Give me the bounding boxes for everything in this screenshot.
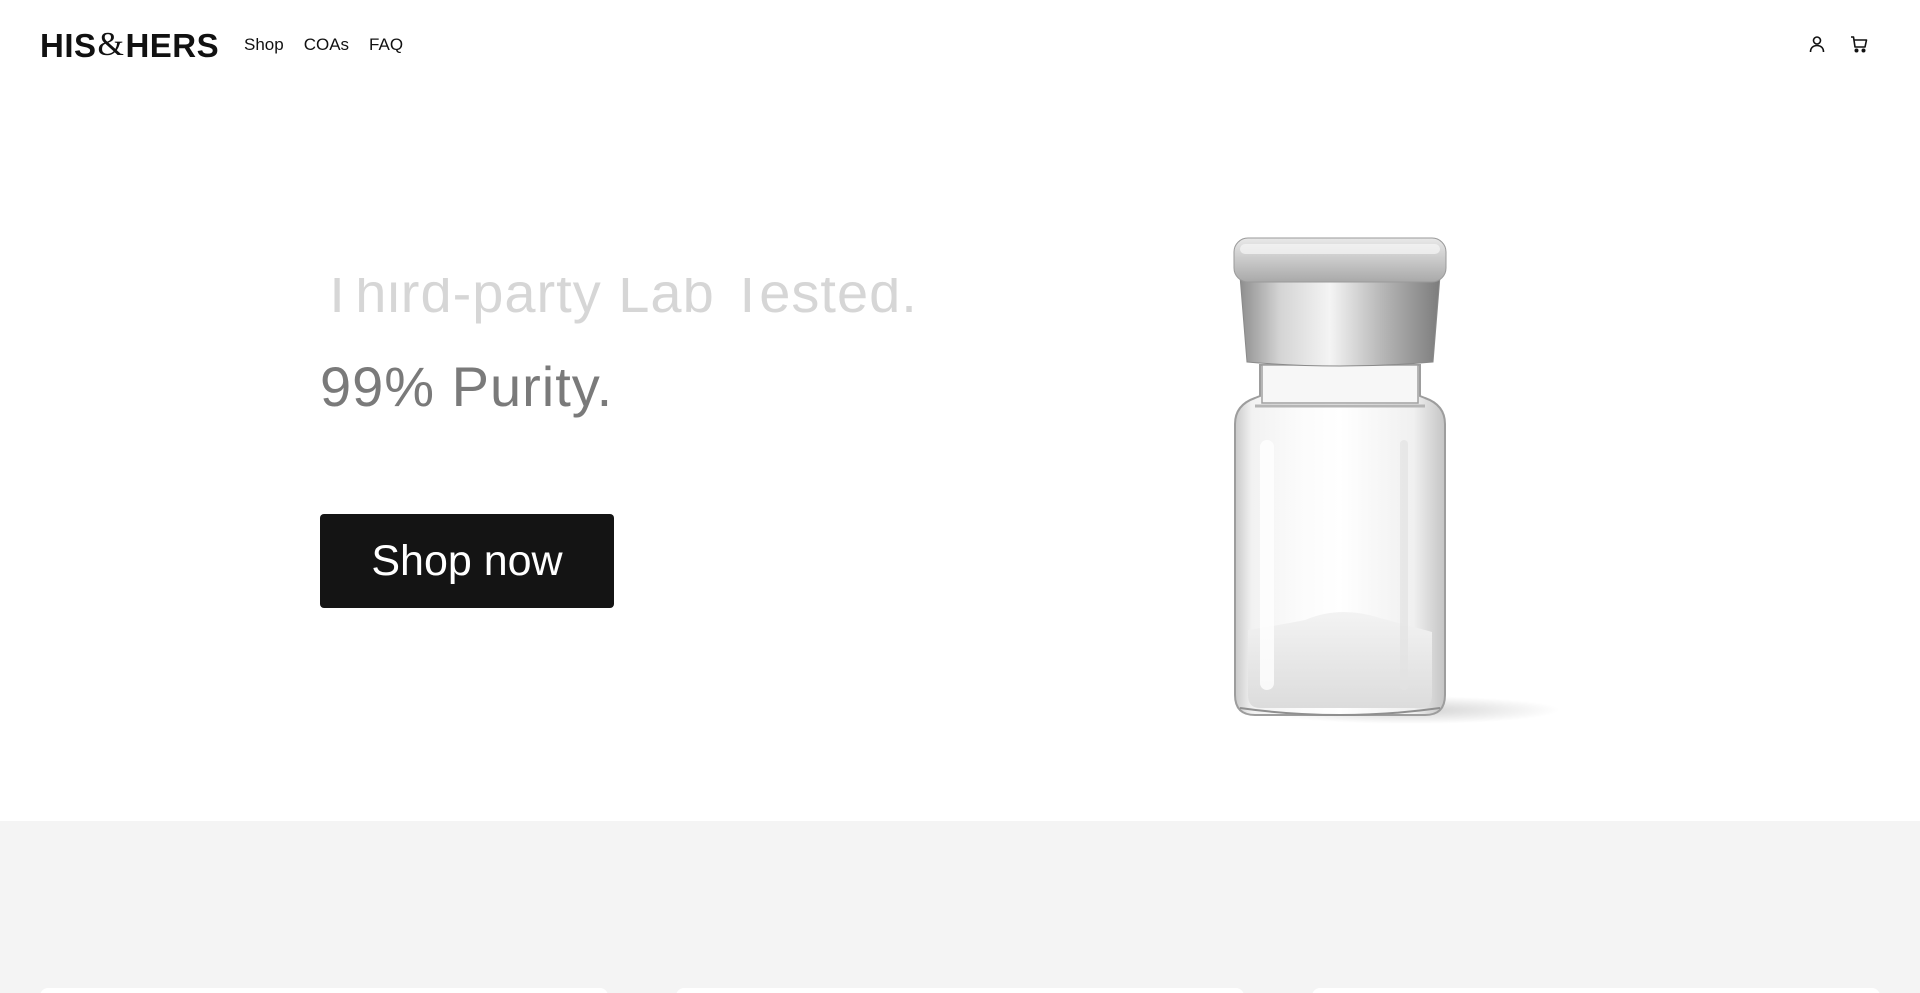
product-card[interactable] (40, 988, 608, 993)
cart-icon[interactable] (1848, 33, 1870, 55)
nav-shop-link[interactable]: Shop (244, 33, 284, 57)
logo-hers: HERS (125, 26, 220, 64)
nav-faq-link[interactable]: FAQ (369, 33, 403, 57)
user-icon[interactable] (1806, 33, 1828, 55)
hero-headline: 99% Purity. (320, 355, 614, 418)
shop-now-button[interactable]: Shop now (320, 514, 614, 608)
featured-section (0, 821, 1920, 993)
logo-his: HIS (40, 26, 97, 64)
nav-coas-link[interactable]: COAs (304, 33, 349, 57)
site-header: HIS & HERS Shop COAs FAQ (0, 0, 1920, 90)
product-card[interactable] (1312, 988, 1880, 993)
logo-ampersand: & (97, 26, 125, 63)
brand-logo[interactable]: HIS & HERS (40, 28, 219, 62)
main-nav: Shop COAs FAQ (244, 33, 403, 57)
vial-image (1233, 237, 1560, 724)
product-card[interactable] (676, 988, 1244, 993)
header-icons (1806, 33, 1870, 55)
hero-headline-rotating: Third-party Lab Tested. (320, 278, 960, 334)
hero-section: Third-party Lab Tested. 99% Purity. Shop… (0, 90, 1920, 821)
hero-headline-faded: Third-party Lab Tested. (320, 278, 918, 324)
